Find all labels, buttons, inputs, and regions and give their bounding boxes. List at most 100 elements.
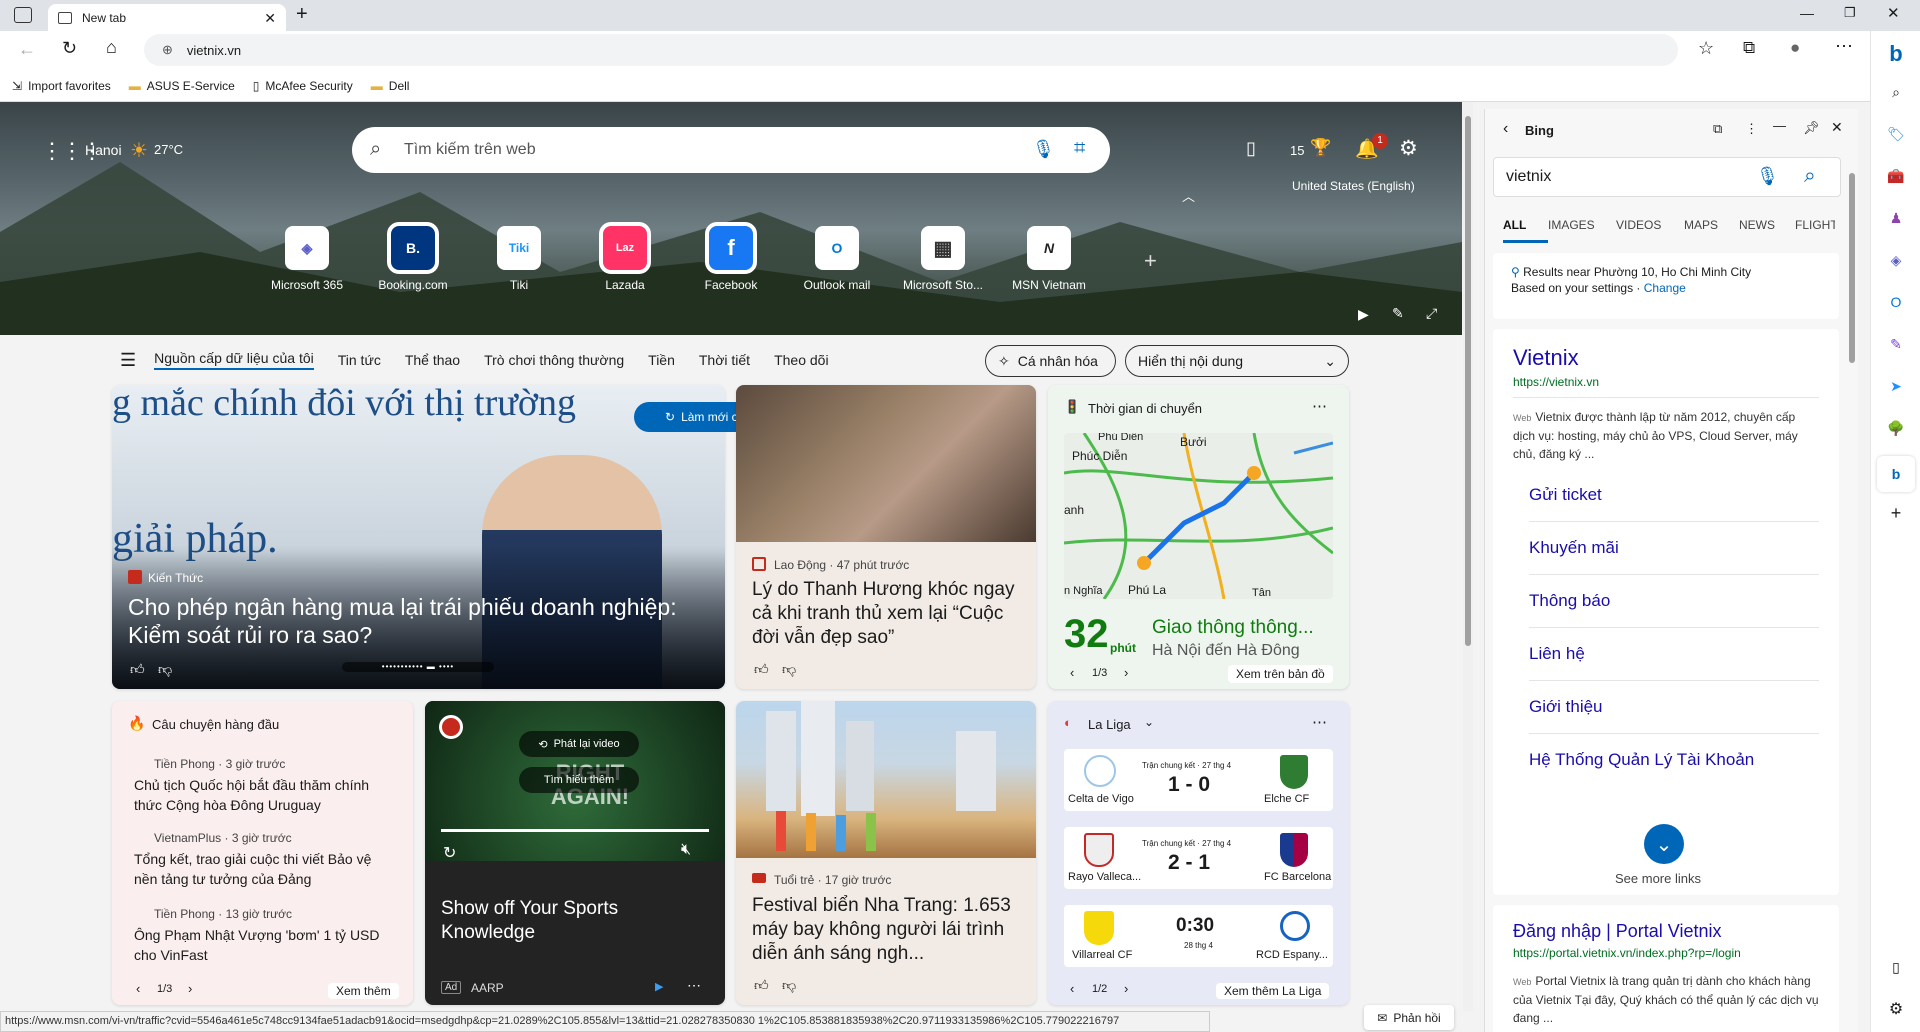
learn-more-button[interactable]: Tìm hiểu thêm bbox=[519, 767, 639, 793]
more-options-icon[interactable]: ⋯ bbox=[687, 977, 701, 994]
deep-link[interactable]: Thông báo bbox=[1529, 575, 1819, 628]
tile-microsoft-store[interactable]: ▦ Microsoft Sto... bbox=[888, 226, 998, 292]
nav-my-feed[interactable]: Nguồn cấp dữ liệu của tôi bbox=[154, 350, 314, 370]
route-title[interactable]: Giao thông thông... bbox=[1152, 617, 1314, 639]
deep-link[interactable]: Hệ Thống Quản Lý Tài Khoản bbox=[1529, 734, 1819, 786]
restore-icon[interactable]: ❐ bbox=[1844, 5, 1856, 21]
shopping-icon[interactable]: 🏷 bbox=[1884, 122, 1908, 146]
see-more-la-liga-link[interactable]: Xem thêm La Liga bbox=[1216, 983, 1330, 999]
tile-tiki[interactable]: Tiki Tiki bbox=[464, 226, 574, 292]
next-icon[interactable]: › bbox=[1124, 981, 1128, 996]
video-progress[interactable] bbox=[441, 829, 709, 832]
deep-link[interactable]: Liên hệ bbox=[1529, 628, 1819, 681]
result-title[interactable]: Đăng nhập | Portal Vietnix bbox=[1513, 921, 1819, 942]
traffic-map[interactable]: Phú Diễn Bưởi Phúc Diễn anh Phú La n Ngh… bbox=[1064, 433, 1333, 599]
outlook-icon[interactable]: O bbox=[1884, 290, 1908, 314]
bing-scrollbar[interactable] bbox=[1847, 153, 1857, 1023]
close-window-icon[interactable]: ✕ bbox=[1887, 4, 1900, 22]
tile-msn-vietnam[interactable]: N MSN Vietnam bbox=[994, 226, 1104, 292]
story-card[interactable]: Tuổi trẻ · 17 giờ trước Festival biển Nh… bbox=[736, 701, 1036, 1005]
prev-icon[interactable]: ‹ bbox=[1070, 981, 1074, 996]
next-icon[interactable]: › bbox=[188, 981, 192, 996]
refresh-icon[interactable]: ↻ bbox=[62, 38, 77, 59]
microsoft-365-icon[interactable]: ◈ bbox=[1884, 248, 1908, 272]
view-map-link[interactable]: Xem trên bản đồ bbox=[1228, 665, 1333, 683]
tile-outlook[interactable]: O Outlook mail bbox=[782, 226, 892, 292]
nav-news[interactable]: Tin tức bbox=[338, 352, 381, 368]
add-tile-icon[interactable]: + bbox=[1144, 248, 1157, 274]
visual-search-icon[interactable]: ⌗ bbox=[1074, 137, 1085, 160]
replay-video-button[interactable]: ⟲ Phát lại video bbox=[519, 731, 639, 757]
tab-videos[interactable]: VIDEOS bbox=[1616, 218, 1684, 243]
more-options-icon[interactable]: ⋯ bbox=[1312, 713, 1327, 731]
more-menu-icon[interactable]: ⋯ bbox=[1835, 36, 1853, 57]
back-icon[interactable]: ← bbox=[18, 39, 36, 60]
list-item[interactable]: Tiền Phong · 13 giờ trước Ông Phạm Nhật … bbox=[134, 907, 398, 965]
traffic-card[interactable]: 🚦 Thời gian di chuyển ⋯ Phú Diễn Bưởi Ph… bbox=[1048, 385, 1349, 689]
more-options-icon[interactable]: ⋯ bbox=[1312, 397, 1327, 415]
personalize-button[interactable]: ✧ Cá nhân hóa bbox=[985, 345, 1116, 377]
story-title[interactable]: Lý do Thanh Hương khóc ngay cả khi tranh… bbox=[752, 578, 1024, 650]
list-item[interactable]: Tiền Phong · 3 giờ trước Chủ tịch Quốc h… bbox=[134, 757, 398, 815]
web-search-box[interactable]: ⌕ Tìm kiếm trên web 🎙 ⌗ bbox=[352, 127, 1110, 173]
home-icon[interactable]: ⌂ bbox=[106, 37, 117, 58]
dislike-icon[interactable]: 👎︎ bbox=[782, 977, 796, 994]
city-label[interactable]: Hanoi bbox=[85, 142, 122, 158]
expand-icon[interactable]: ⤢ bbox=[1426, 305, 1437, 322]
tab-news[interactable]: NEWS bbox=[1739, 218, 1795, 243]
phone-icon[interactable]: ▯ bbox=[1246, 138, 1256, 159]
like-icon[interactable]: 👍︎ bbox=[754, 661, 769, 678]
tile-facebook[interactable]: f Facebook bbox=[676, 222, 786, 292]
settings-icon[interactable]: ⚙ bbox=[1399, 136, 1418, 161]
bing-search-box[interactable]: vietnix 🎙 ⌕ bbox=[1493, 157, 1841, 197]
deep-link[interactable]: Giới thiệu bbox=[1529, 681, 1819, 734]
sidebar-layout-icon[interactable]: ▯ bbox=[1884, 955, 1908, 979]
favorites-star-icon[interactable]: ☆ bbox=[1698, 38, 1714, 59]
replay-icon[interactable]: ↻ bbox=[443, 843, 456, 863]
list-item[interactable]: VietnamPlus · 3 giờ trước Tổng kết, trao… bbox=[134, 831, 398, 889]
deep-link[interactable]: Gửi ticket bbox=[1529, 469, 1819, 522]
bing-icon[interactable]: b bbox=[1877, 456, 1915, 492]
settings-icon[interactable]: ⚙ bbox=[1884, 997, 1908, 1021]
prev-icon[interactable]: ‹ bbox=[136, 981, 140, 996]
like-icon[interactable]: 👍︎ bbox=[130, 661, 145, 678]
games-icon[interactable]: ♟ bbox=[1884, 206, 1908, 230]
minimize-icon[interactable]: — bbox=[1800, 5, 1814, 21]
nav-sports[interactable]: Thể thao bbox=[405, 352, 460, 368]
match-row[interactable]: Celta de Vigo Trận chung kết · 27 thg 4 … bbox=[1064, 749, 1333, 811]
microphone-icon[interactable]: 🎙 bbox=[1756, 166, 1779, 187]
result-url[interactable]: https://vietnix.vn bbox=[1513, 375, 1819, 398]
edit-background-icon[interactable]: ✎ bbox=[1392, 305, 1404, 322]
dislike-icon[interactable]: 👎︎ bbox=[782, 661, 796, 678]
tools-icon[interactable]: 🧰 bbox=[1884, 164, 1908, 188]
ad-card[interactable]: RIGHT AGAIN! ⟲Phát lại video Tìm hiểu th… bbox=[425, 701, 725, 1005]
story-title[interactable]: Festival biển Nha Trang: 1.653 máy bay k… bbox=[752, 894, 1024, 966]
see-more-chevron-icon[interactable]: ⌄ bbox=[1644, 824, 1684, 864]
change-location-link[interactable]: Change bbox=[1644, 281, 1686, 295]
hamburger-icon[interactable]: ☰ bbox=[120, 350, 136, 371]
result-title[interactable]: Vietnix bbox=[1513, 345, 1819, 371]
more-options-icon[interactable]: ⋮ bbox=[1745, 121, 1758, 137]
favorite-import[interactable]: ⇲ Import favorites bbox=[12, 79, 111, 93]
league-header[interactable]: La Liga bbox=[1088, 717, 1131, 732]
result-url[interactable]: https://portal.vietnix.vn/index.php?rp=/… bbox=[1513, 946, 1819, 960]
like-icon[interactable]: 👍︎ bbox=[754, 977, 769, 994]
open-in-tab-icon[interactable]: ⧉ bbox=[1713, 121, 1722, 137]
close-tab-icon[interactable]: ✕ bbox=[264, 10, 276, 27]
prev-icon[interactable]: ‹ bbox=[1070, 665, 1074, 680]
search-icon[interactable]: ⌕ bbox=[1884, 80, 1908, 104]
minimize-panel-icon[interactable]: — bbox=[1773, 118, 1786, 133]
play-icon[interactable]: ▶ bbox=[1358, 306, 1369, 323]
site-info-icon[interactable]: ⊕ bbox=[162, 42, 173, 58]
add-app-icon[interactable]: + bbox=[1884, 501, 1908, 525]
temperature[interactable]: 27°C bbox=[154, 142, 183, 157]
designer-icon[interactable]: ✎ bbox=[1884, 332, 1908, 356]
favorite-mcafee[interactable]: ▯ McAfee Security bbox=[253, 79, 353, 93]
tab-images[interactable]: IMAGES bbox=[1548, 218, 1616, 243]
page-scrollbar[interactable] bbox=[1463, 102, 1473, 1011]
tab-new-tab[interactable]: New tab ✕ bbox=[48, 4, 286, 32]
search-icon[interactable]: ⌕ bbox=[1804, 164, 1816, 188]
next-icon[interactable]: › bbox=[1124, 665, 1128, 680]
nav-casual-games[interactable]: Trò chơi thông thường bbox=[484, 352, 624, 368]
see-more-link[interactable]: Xem thêm bbox=[328, 983, 399, 999]
